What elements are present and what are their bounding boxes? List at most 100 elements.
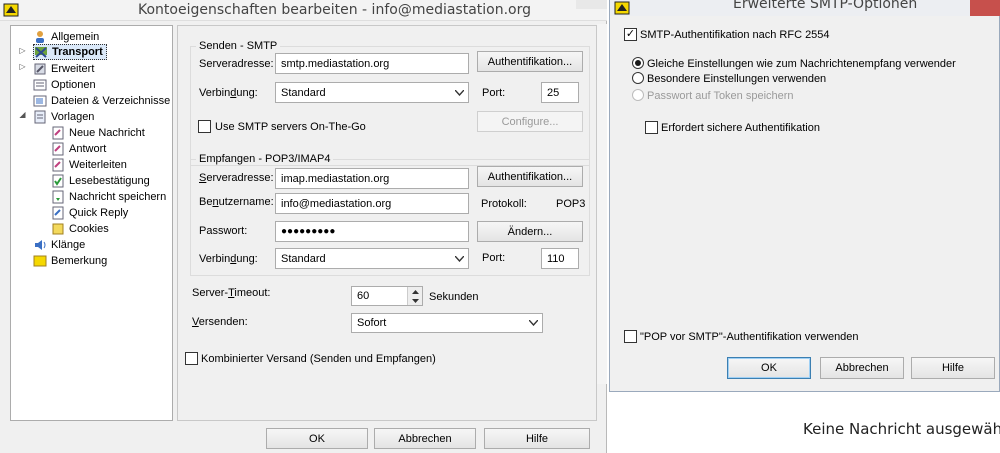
send-label: Versenden: — [192, 316, 248, 328]
radio-token-password[interactable] — [632, 89, 644, 101]
timeout-unit: Sekunden — [429, 291, 479, 303]
tree-item-label: Neue Nachricht — [69, 127, 145, 139]
smtp-group-title: Senden - SMTP — [196, 40, 281, 52]
pop-protocol-value: POP3 — [556, 198, 586, 210]
tree-item-label: Lesebestätigung — [69, 175, 150, 187]
options-icon — [33, 78, 47, 92]
tree-item-cookies[interactable]: Cookies — [51, 221, 109, 237]
rfc-auth-label: SMTP-Authentifikation nach RFC 2554 — [640, 29, 830, 41]
forward-icon — [51, 158, 65, 172]
pop-server-input[interactable]: imap.mediastation.org — [275, 168, 469, 189]
tree-item-label: Bemerkung — [51, 255, 108, 267]
radio-special-settings[interactable] — [632, 72, 644, 84]
chevron-down-icon — [411, 298, 419, 303]
smtp-auth-button[interactable]: Authentifikation... — [477, 51, 583, 72]
tree-item-allgemein[interactable]: Allgemein — [33, 29, 99, 45]
save-message-icon — [51, 190, 65, 204]
tree-item-optionen[interactable]: Optionen — [33, 77, 96, 93]
tree-item-label: Nachricht speichern — [69, 191, 167, 203]
tree-item-vorlagen[interactable]: Vorlagen — [33, 109, 94, 125]
tree-item-dateien[interactable]: Dateien & Verzeichnisse — [33, 93, 170, 109]
app-logo-icon — [3, 2, 19, 18]
tree-item-klaenge[interactable]: Klänge — [33, 237, 85, 253]
combined-send-checkbox[interactable] — [185, 352, 198, 365]
main-ok-button[interactable]: OK — [266, 428, 368, 449]
pop-connection-label: Verbindung: — [199, 253, 258, 265]
expand-transport-icon[interactable]: ▷ — [18, 46, 27, 55]
pop-password-label: Passwort: — [199, 225, 248, 237]
timeout-value: 60 — [357, 290, 370, 302]
smtp-server-input[interactable]: smtp.mediastation.org — [275, 53, 469, 74]
smtp-port-label: Port: — [482, 87, 506, 99]
chevron-down-icon — [529, 320, 538, 326]
secure-auth-checkbox[interactable] — [645, 121, 658, 134]
pop-password-input[interactable]: ●●●●●●●●● — [275, 221, 469, 242]
network-icon — [34, 45, 48, 59]
tree-item-antwort[interactable]: Antwort — [51, 141, 106, 157]
smtp-dialog-help-button[interactable]: Hilfe — [911, 357, 995, 379]
tree-item-lesebestaetigung[interactable]: Lesebestätigung — [51, 173, 150, 189]
tree-item-label: Klänge — [51, 239, 86, 251]
radio-same-label: Gleiche Einstellungen wie zum Nachrichte… — [647, 58, 956, 70]
pop-before-smtp-checkbox[interactable] — [624, 330, 637, 343]
main-title-bar[interactable]: Kontoeigenschaften bearbeiten - info@med… — [0, 0, 607, 21]
pop-connection-value: Standard — [281, 252, 326, 265]
smtp-dialog-close-button[interactable] — [970, 0, 1000, 16]
tree-item-transport[interactable]: Transport — [33, 44, 107, 60]
radio-same-settings[interactable] — [632, 57, 644, 69]
pop-port-label: Port: — [482, 252, 506, 264]
transport-panel: Senden - SMTP Serveradresse: smtp.medias… — [177, 25, 597, 421]
tree-item-neue-nachricht[interactable]: Neue Nachricht — [51, 125, 145, 141]
tree-item-bemerkung[interactable]: Bemerkung — [33, 253, 107, 269]
pop-connection-select[interactable]: Standard — [275, 248, 469, 269]
tree-item-weiterleiten[interactable]: Weiterleiten — [51, 157, 127, 173]
smtp-dialog-title: Erweiterte SMTP-Optionen — [733, 0, 918, 12]
pop-port-input[interactable]: 110 — [541, 248, 579, 269]
tree-item-label: Weiterleiten — [69, 159, 127, 171]
smtp-dialog-cancel-button[interactable]: Abbrechen — [820, 357, 904, 379]
tree-item-label: Vorlagen — [51, 111, 95, 123]
timeout-spinner[interactable]: 60 — [351, 286, 423, 306]
pop-username-input[interactable]: info@mediastation.org — [275, 193, 469, 214]
radio-special-label: Besondere Einstellungen verwenden — [647, 73, 827, 85]
secure-auth-label: Erfordert sichere Authentifikation — [661, 122, 820, 134]
smtp-on-the-go-checkbox[interactable] — [198, 120, 211, 133]
pop-group-title: Empfangen - POP3/IMAP4 — [196, 153, 334, 165]
pop-before-smtp-label: "POP vor SMTP"-Authentifikation verwende… — [640, 331, 859, 343]
folder-list-icon — [33, 94, 47, 108]
collapse-vorlagen-icon[interactable]: ◢ — [18, 110, 27, 119]
pop-auth-button[interactable]: Authentifikation... — [477, 166, 583, 187]
background-scrollbar[interactable] — [597, 24, 607, 384]
main-window: Kontoeigenschaften bearbeiten - info@med… — [0, 0, 607, 453]
expand-erweitert-icon[interactable]: ▷ — [18, 62, 27, 71]
chevron-down-icon — [455, 255, 464, 262]
main-help-button[interactable]: Hilfe — [484, 428, 590, 449]
smtp-dialog-title-bar[interactable]: Erweiterte SMTP-Optionen — [610, 0, 1000, 16]
tree-item-label: Antwort — [69, 143, 107, 155]
pop-change-button[interactable]: Ändern... — [477, 221, 583, 242]
main-cancel-button[interactable]: Abbrechen — [374, 428, 476, 449]
timeout-up-button[interactable] — [407, 287, 422, 296]
tree-item-erweitert[interactable]: Erweitert — [33, 61, 94, 77]
radio-token-label: Passwort auf Token speichern — [647, 90, 794, 102]
smtp-connection-select[interactable]: Standard — [275, 82, 469, 103]
new-message-icon — [51, 126, 65, 140]
send-select[interactable]: Sofort — [351, 313, 543, 333]
tree-item-label: Dateien & Verzeichnisse — [51, 95, 171, 107]
chevron-down-icon — [455, 89, 464, 96]
settings-tree[interactable]: ▷ ▷ ◢ Allgemein Transport Erweitert Opti… — [10, 25, 173, 421]
smtp-connection-label: Verbindung: — [199, 87, 258, 99]
tree-item-label: Cookies — [69, 223, 109, 235]
smtp-configure-button[interactable]: Configure... — [477, 111, 583, 132]
pop-username-label: Benutzername: — [199, 196, 274, 208]
smtp-dialog-ok-button[interactable]: OK — [727, 357, 811, 379]
main-window-title: Kontoeigenschaften bearbeiten - info@med… — [138, 2, 532, 18]
smtp-port-input[interactable]: 25 — [541, 82, 579, 103]
main-close-button[interactable] — [576, 0, 607, 9]
receipt-icon — [51, 174, 65, 188]
timeout-label: Server-Timeout: — [192, 287, 271, 299]
rfc-auth-checkbox[interactable]: ✓ — [624, 28, 637, 41]
timeout-down-button[interactable] — [407, 296, 422, 305]
tree-item-nachricht-speichern[interactable]: Nachricht speichern — [51, 189, 166, 205]
tree-item-quick-reply[interactable]: Quick Reply — [51, 205, 128, 221]
